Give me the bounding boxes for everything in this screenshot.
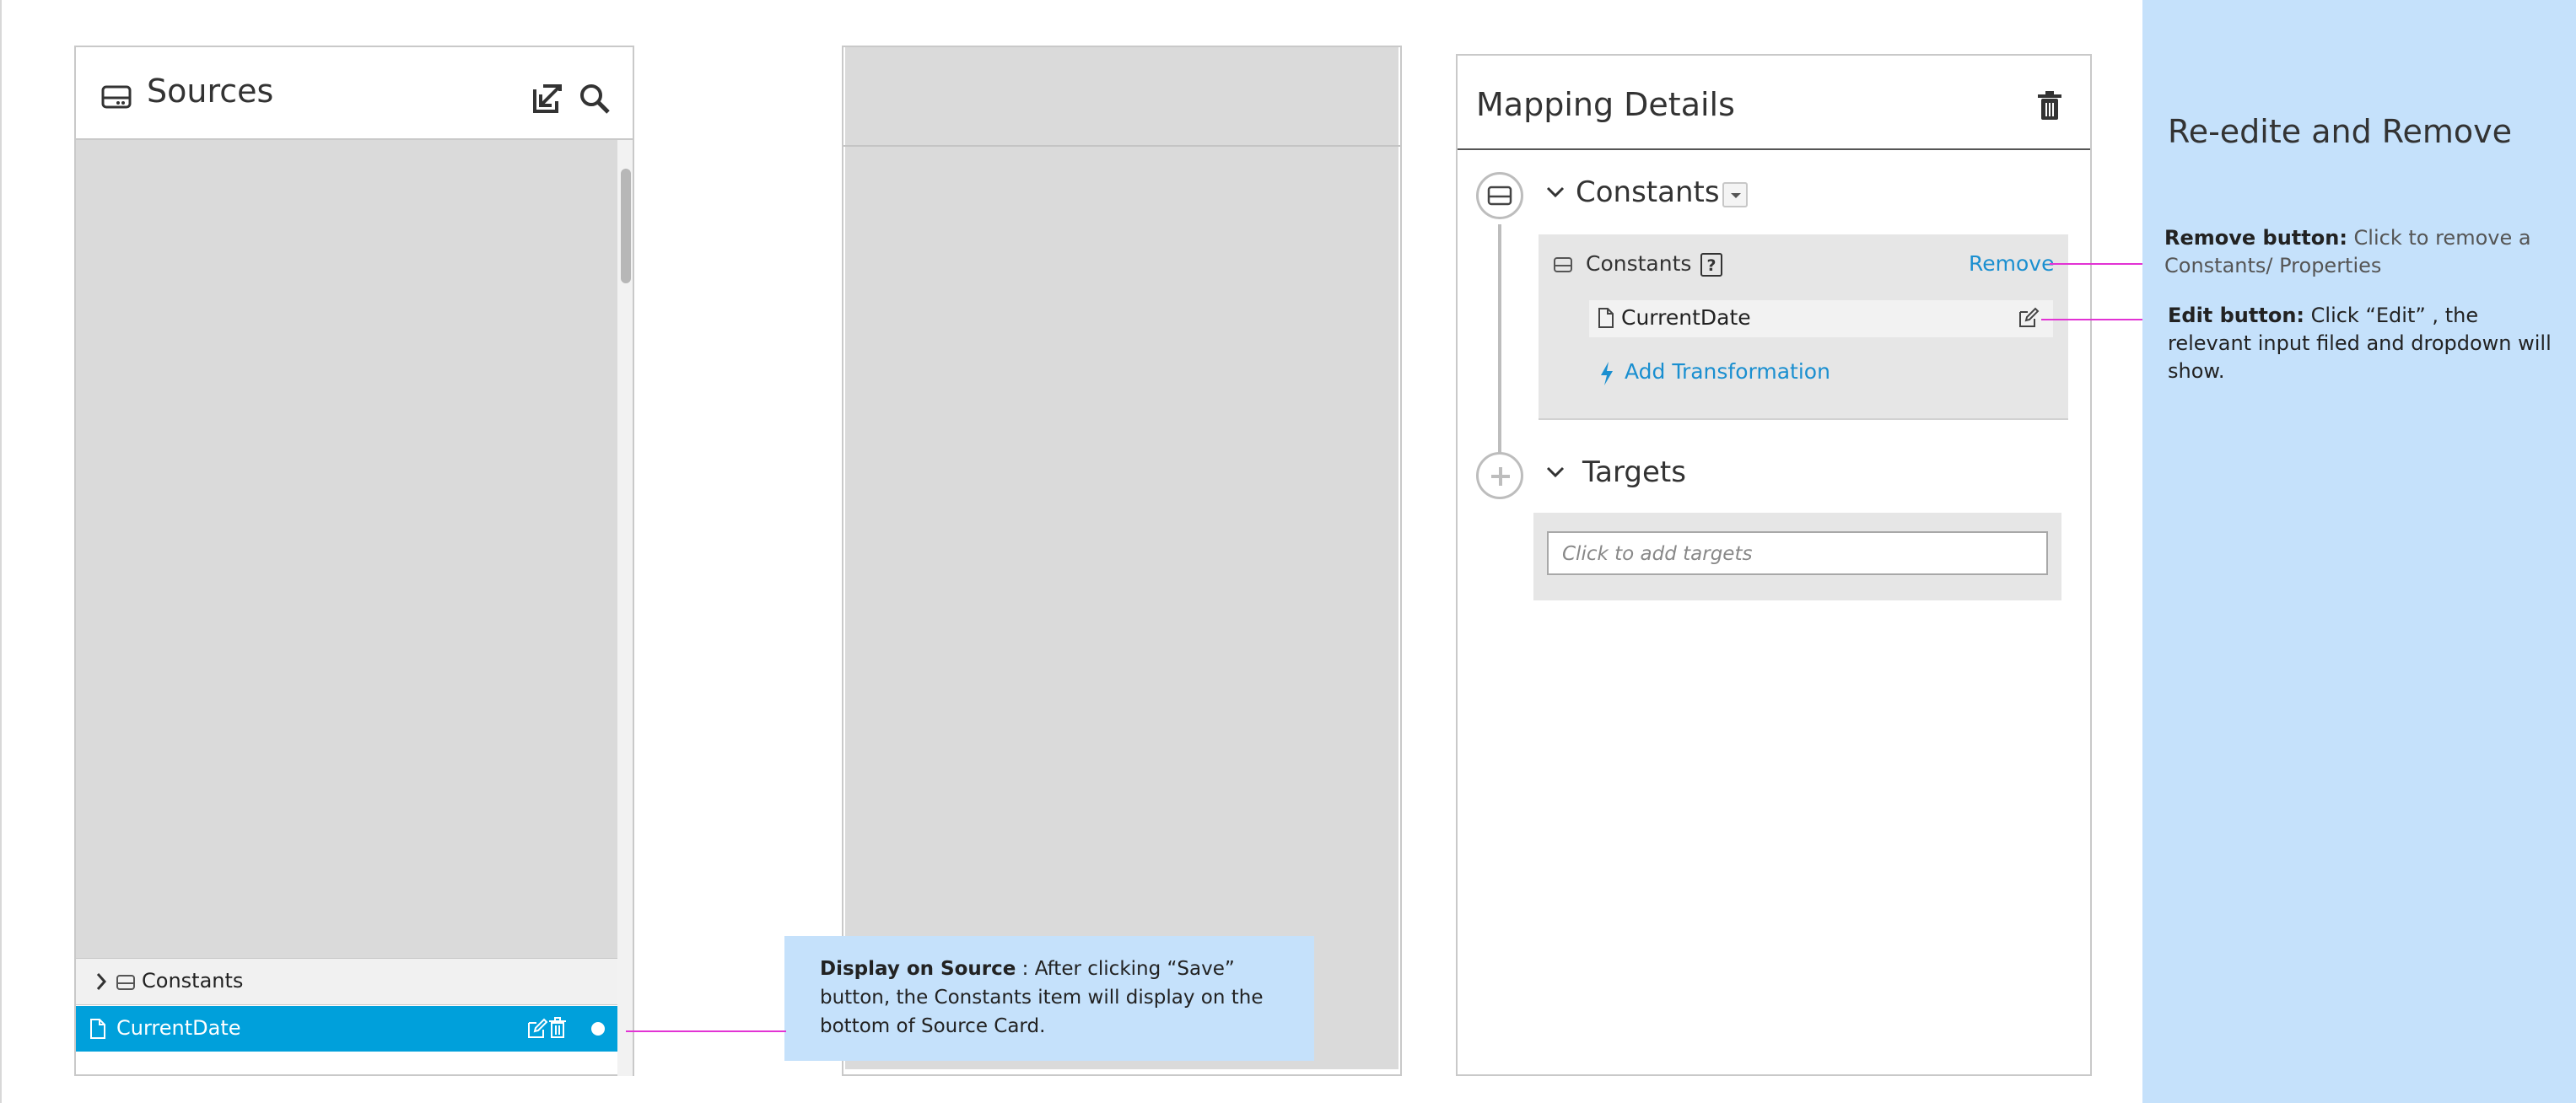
remove-button[interactable]: Remove <box>1969 251 2054 276</box>
document-icon <box>89 1018 106 1043</box>
connector-line <box>2050 263 2153 265</box>
document-icon <box>1598 307 1614 332</box>
constants-box-title: Constants <box>1586 251 1692 276</box>
dropdown-button[interactable] <box>1722 182 1748 207</box>
annotation-column: Re-edite and Remove Remove button: Click… <box>2142 0 2576 1103</box>
scrollbar-thumb[interactable] <box>621 169 631 283</box>
connector-dot-icon[interactable] <box>590 1021 606 1040</box>
sources-header: Sources <box>76 47 633 140</box>
add-transformation-link[interactable]: Add Transformation <box>1625 359 1830 384</box>
help-icon[interactable]: ? <box>1700 253 1722 277</box>
mapping-details-title: Mapping Details <box>1476 86 1735 123</box>
edit-icon[interactable] <box>526 1018 548 1043</box>
targets-input[interactable]: Click to add targets <box>1547 531 2048 575</box>
tray-icon <box>116 974 135 994</box>
lightning-icon <box>1599 361 1614 390</box>
connector-line <box>626 1030 786 1032</box>
left-edge-line <box>0 0 2 1103</box>
chevron-down-icon[interactable] <box>1545 465 1566 482</box>
remove-button-note: Remove button: Click to remove a Constan… <box>2164 224 2561 280</box>
note-heading: Edit button: <box>2168 304 2305 327</box>
source-row-currentdate[interactable]: CurrentDate <box>76 1006 617 1052</box>
sources-list-area <box>76 140 617 958</box>
chevron-right-icon[interactable] <box>94 971 108 996</box>
sources-title: Sources <box>147 73 274 110</box>
edit-icon[interactable] <box>2018 307 2040 332</box>
note-heading: Remove button: <box>2164 226 2347 250</box>
header-divider <box>1458 148 2090 150</box>
mapping-details-panel: Mapping Details Constants Constants ? Re… <box>1456 54 2092 1076</box>
source-node <box>1476 172 1523 219</box>
targets-section-title: Targets <box>1582 455 1686 489</box>
search-icon[interactable] <box>579 83 611 118</box>
trash-icon[interactable] <box>548 1017 567 1042</box>
connector-line <box>2041 319 2154 320</box>
annotation-title: Re-edite and Remove <box>2168 113 2512 150</box>
middle-panel-area <box>845 47 1398 1069</box>
field-label: CurrentDate <box>1621 305 1751 330</box>
divider <box>843 145 1400 147</box>
field-row-currentdate: CurrentDate <box>1589 300 2053 337</box>
export-icon[interactable] <box>531 83 563 118</box>
constants-section-title: Constants <box>1576 175 1720 209</box>
sources-card: Sources Constants CurrentDate <box>74 46 634 1076</box>
edit-button-note: Edit button: Click “Edit” , the relevant… <box>2168 302 2564 385</box>
tray-icon <box>101 84 132 113</box>
caret-down-icon <box>1731 193 1741 198</box>
targets-box: Click to add targets <box>1533 513 2061 600</box>
tray-icon <box>1487 185 1512 210</box>
source-row-constants[interactable]: Constants <box>76 958 617 1005</box>
trash-icon[interactable] <box>2036 91 2063 125</box>
constants-box: Constants ? Remove CurrentDate Add Trans… <box>1539 234 2068 420</box>
target-node[interactable] <box>1476 452 1523 499</box>
tray-icon <box>1554 256 1572 277</box>
chevron-down-icon[interactable] <box>1545 186 1566 202</box>
display-on-source-note: Display on Source : After clicking “Save… <box>784 936 1314 1061</box>
source-row-label: Constants <box>142 969 244 993</box>
plus-icon <box>1490 465 1512 491</box>
middle-panel <box>842 46 1402 1076</box>
source-row-label: CurrentDate <box>116 1016 241 1040</box>
note-heading: Display on Source <box>820 958 1016 980</box>
